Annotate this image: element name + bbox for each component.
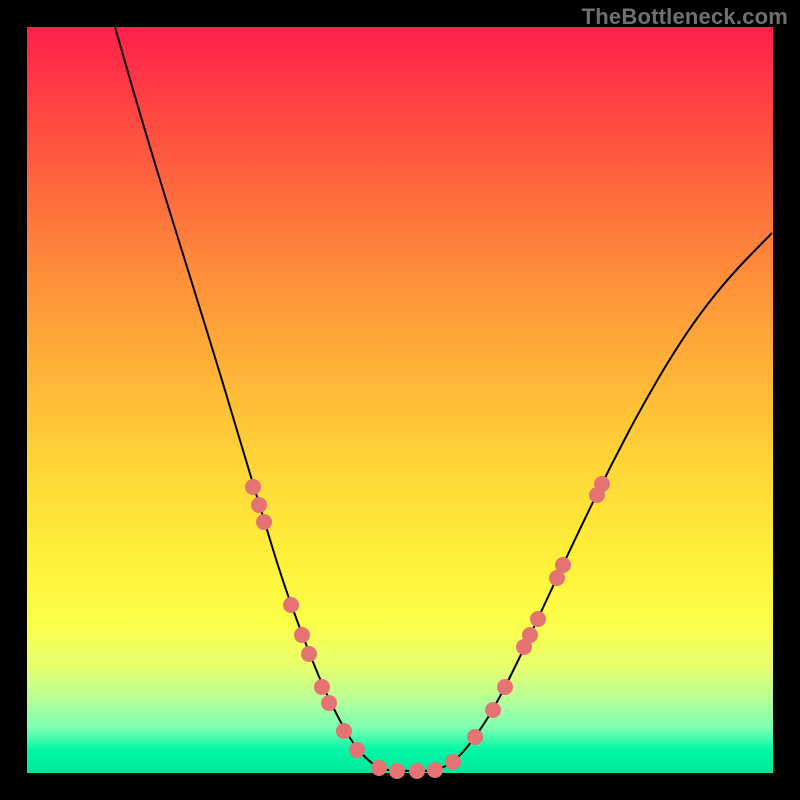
data-dot <box>256 514 272 530</box>
dots-group <box>245 476 610 779</box>
data-dot <box>427 762 443 778</box>
data-dot <box>301 646 317 662</box>
data-dot <box>321 695 337 711</box>
chart-svg <box>27 27 773 773</box>
data-dot <box>555 557 571 573</box>
data-dot <box>409 763 425 779</box>
data-dot <box>467 729 483 745</box>
v-curve-line <box>115 27 772 771</box>
data-dot <box>445 754 461 770</box>
data-dot <box>389 763 405 779</box>
data-dot <box>314 679 330 695</box>
data-dot <box>497 679 513 695</box>
data-dot <box>283 597 299 613</box>
data-dot <box>522 627 538 643</box>
data-dot <box>251 497 267 513</box>
data-dot <box>371 760 387 776</box>
watermark-text: TheBottleneck.com <box>582 4 788 30</box>
data-dot <box>594 476 610 492</box>
data-dot <box>245 479 261 495</box>
data-dot <box>336 723 352 739</box>
data-dot <box>485 702 501 718</box>
data-dot <box>349 742 365 758</box>
data-dot <box>294 627 310 643</box>
data-dot <box>530 611 546 627</box>
